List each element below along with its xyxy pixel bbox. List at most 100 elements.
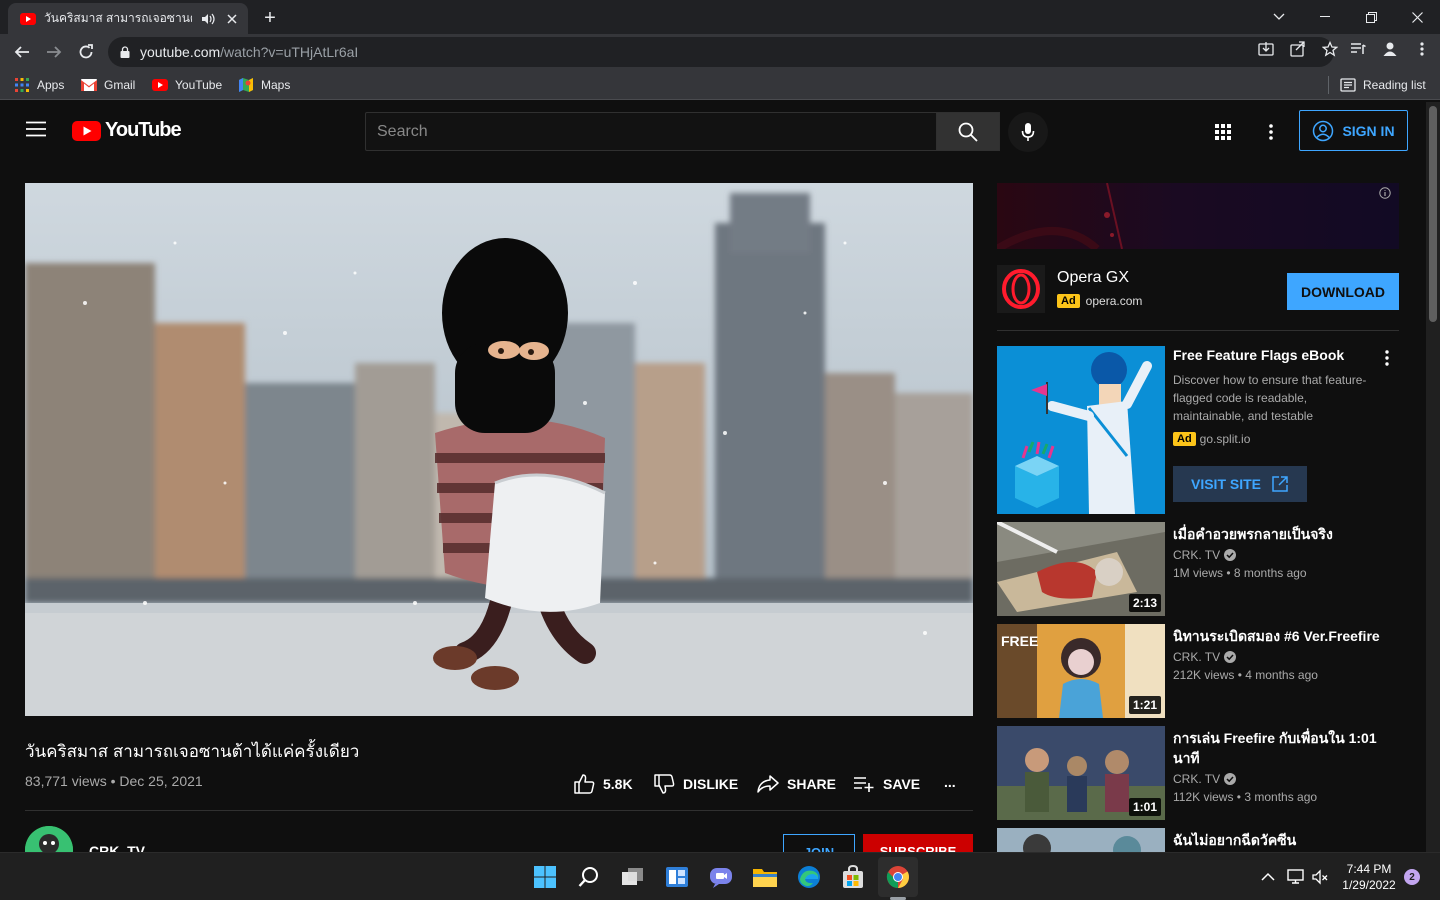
video-thumbnail[interactable]: FREE 1:21 bbox=[997, 624, 1165, 718]
video-thumbnail[interactable] bbox=[997, 828, 1165, 852]
channel-label: CRK. TV bbox=[1173, 650, 1221, 664]
edge-icon[interactable] bbox=[795, 863, 823, 891]
taskbar-search-icon[interactable] bbox=[575, 863, 603, 891]
bookmarks-divider bbox=[1328, 76, 1329, 94]
account-icon bbox=[1313, 120, 1334, 141]
share-label: SHARE bbox=[787, 776, 837, 792]
forward-button[interactable] bbox=[40, 38, 68, 66]
apps-icon[interactable] bbox=[1211, 120, 1235, 144]
feature-flags-ad-image[interactable] bbox=[997, 346, 1165, 514]
channel-name[interactable]: CRK. TV bbox=[89, 843, 145, 852]
video-views: 212K views • 4 months ago bbox=[1173, 668, 1318, 682]
subscribe-button[interactable]: SUBSCRIBE bbox=[863, 834, 973, 852]
bookmark-gmail[interactable]: Gmail bbox=[81, 75, 135, 95]
bookmark-apps[interactable]: Apps bbox=[14, 75, 64, 95]
volume-muted-icon[interactable] bbox=[1306, 863, 1334, 891]
channel-avatar[interactable] bbox=[25, 826, 73, 852]
youtube-icon bbox=[152, 79, 168, 91]
close-window-button[interactable] bbox=[1394, 0, 1440, 34]
search-icon bbox=[958, 122, 978, 142]
search-button[interactable] bbox=[936, 112, 1000, 151]
reading-list-button[interactable]: Reading list bbox=[1340, 75, 1426, 95]
divider bbox=[997, 330, 1399, 331]
verified-icon bbox=[1224, 651, 1237, 663]
new-tab-button[interactable]: + bbox=[258, 6, 282, 30]
recommended-video[interactable]: 2:13 เมื่อคำอวยพรกลายเป็นจริง CRK. TV 1M… bbox=[997, 522, 1399, 616]
video-thumbnail[interactable]: 2:13 bbox=[997, 522, 1165, 616]
video-player[interactable] bbox=[25, 183, 973, 716]
channel-name: CRK. TV bbox=[1173, 548, 1237, 562]
settings-more-icon[interactable] bbox=[1259, 120, 1283, 144]
ad-info-icon[interactable] bbox=[1379, 187, 1391, 199]
more-actions-button[interactable]: ... bbox=[944, 770, 956, 794]
task-view-icon[interactable] bbox=[619, 863, 647, 891]
restore-button[interactable] bbox=[1348, 0, 1394, 34]
widgets-icon[interactable] bbox=[663, 863, 691, 891]
profile-icon[interactable] bbox=[1380, 39, 1400, 59]
channel-label: CRK. TV bbox=[1173, 548, 1221, 562]
minimize-button[interactable] bbox=[1302, 0, 1348, 34]
bookmark-label: Apps bbox=[37, 78, 65, 92]
like-button[interactable]: 5.8K bbox=[573, 772, 633, 796]
save-button[interactable]: SAVE bbox=[853, 772, 920, 796]
svg-text:FREE: FREE bbox=[1001, 633, 1038, 649]
address-bar[interactable]: youtube.com/watch?v=uTHjAtLr6aI bbox=[108, 37, 1334, 67]
maps-icon bbox=[238, 77, 254, 93]
page-scrollbar[interactable] bbox=[1426, 102, 1440, 852]
share-button[interactable]: SHARE bbox=[757, 772, 836, 796]
download-button[interactable]: DOWNLOAD bbox=[1287, 273, 1399, 310]
youtube-favicon-icon bbox=[20, 11, 36, 27]
reload-button[interactable] bbox=[72, 38, 100, 66]
reading-list-icon bbox=[1340, 78, 1356, 92]
search-input[interactable]: Search bbox=[365, 112, 937, 151]
tab-close-icon[interactable] bbox=[224, 11, 240, 27]
notification-badge[interactable]: 2 bbox=[1404, 869, 1420, 885]
opera-ad[interactable]: Opera GX Ad opera.com DOWNLOAD bbox=[997, 262, 1399, 322]
sign-in-button[interactable]: SIGN IN bbox=[1299, 110, 1408, 151]
lock-icon[interactable] bbox=[120, 46, 130, 58]
video-frame bbox=[25, 183, 973, 716]
chat-icon[interactable] bbox=[707, 863, 735, 891]
store-icon[interactable] bbox=[839, 863, 867, 891]
dislike-label: DISLIKE bbox=[683, 776, 739, 792]
menu-icon[interactable] bbox=[26, 121, 46, 141]
thumbs-up-icon bbox=[574, 774, 595, 794]
ad-url-row: Ad go.split.io bbox=[1173, 432, 1250, 446]
dislike-button[interactable]: DISLIKE bbox=[653, 772, 738, 796]
video-meta: 83,771 views • Dec 25, 2021 bbox=[25, 773, 203, 789]
video-title: วันคริสมาส สามารถเจอซานต้าได้แค่ครั้งเดี… bbox=[25, 742, 360, 761]
voice-search-button[interactable] bbox=[1008, 112, 1048, 152]
bookmark-maps[interactable]: Maps bbox=[238, 75, 290, 95]
bookmark-star-icon[interactable] bbox=[1320, 39, 1340, 59]
reading-list-label: Reading list bbox=[1363, 78, 1426, 92]
install-icon[interactable] bbox=[1256, 39, 1276, 59]
chrome-icon[interactable] bbox=[884, 863, 912, 891]
recommended-video[interactable]: 1:01 การเล่น Freefire กับเพื่อนใน 1:01 น… bbox=[997, 726, 1399, 820]
like-count: 5.8K bbox=[603, 776, 633, 792]
join-button[interactable]: JOIN bbox=[783, 834, 855, 852]
file-explorer-icon[interactable] bbox=[751, 863, 779, 891]
recommended-video[interactable]: ฉันไม่อยากฉีดวัคซีน bbox=[997, 828, 1399, 852]
tab-search-icon[interactable] bbox=[1256, 0, 1302, 34]
browser-tab[interactable]: วันคริสมาส สามารถเจอซานต้าได้ bbox=[8, 3, 248, 34]
bookmark-youtube[interactable]: YouTube bbox=[152, 75, 222, 95]
back-button[interactable] bbox=[8, 38, 36, 66]
ad-more-icon[interactable] bbox=[1380, 348, 1394, 368]
visit-site-button[interactable]: VISIT SITE bbox=[1173, 466, 1307, 502]
start-icon[interactable] bbox=[531, 863, 559, 891]
ad-url-row: Ad opera.com bbox=[1057, 294, 1142, 308]
system-clock[interactable]: 7:44 PM 1/29/2022 bbox=[1336, 861, 1402, 893]
ad-banner-image[interactable] bbox=[997, 183, 1399, 249]
ad-title[interactable]: Free Feature Flags eBook bbox=[1173, 347, 1344, 363]
youtube-logo[interactable]: YouTube bbox=[72, 119, 182, 142]
share-page-icon[interactable] bbox=[1288, 39, 1308, 59]
scrollbar-thumb[interactable] bbox=[1429, 106, 1437, 322]
media-controls-icon[interactable] bbox=[1348, 39, 1368, 59]
recommended-video[interactable]: FREE 1:21 นิทานระเบิดสมอง #6 Ver.Freefir… bbox=[997, 624, 1399, 718]
tray-chevron-icon[interactable] bbox=[1254, 863, 1282, 891]
video-thumbnail[interactable]: 1:01 bbox=[997, 726, 1165, 820]
chrome-menu-icon[interactable] bbox=[1412, 39, 1432, 59]
youtube-header: YouTube Search SIGN IN bbox=[0, 102, 1426, 160]
speaker-icon[interactable] bbox=[200, 11, 216, 27]
clock-date: 1/29/2022 bbox=[1342, 878, 1396, 892]
